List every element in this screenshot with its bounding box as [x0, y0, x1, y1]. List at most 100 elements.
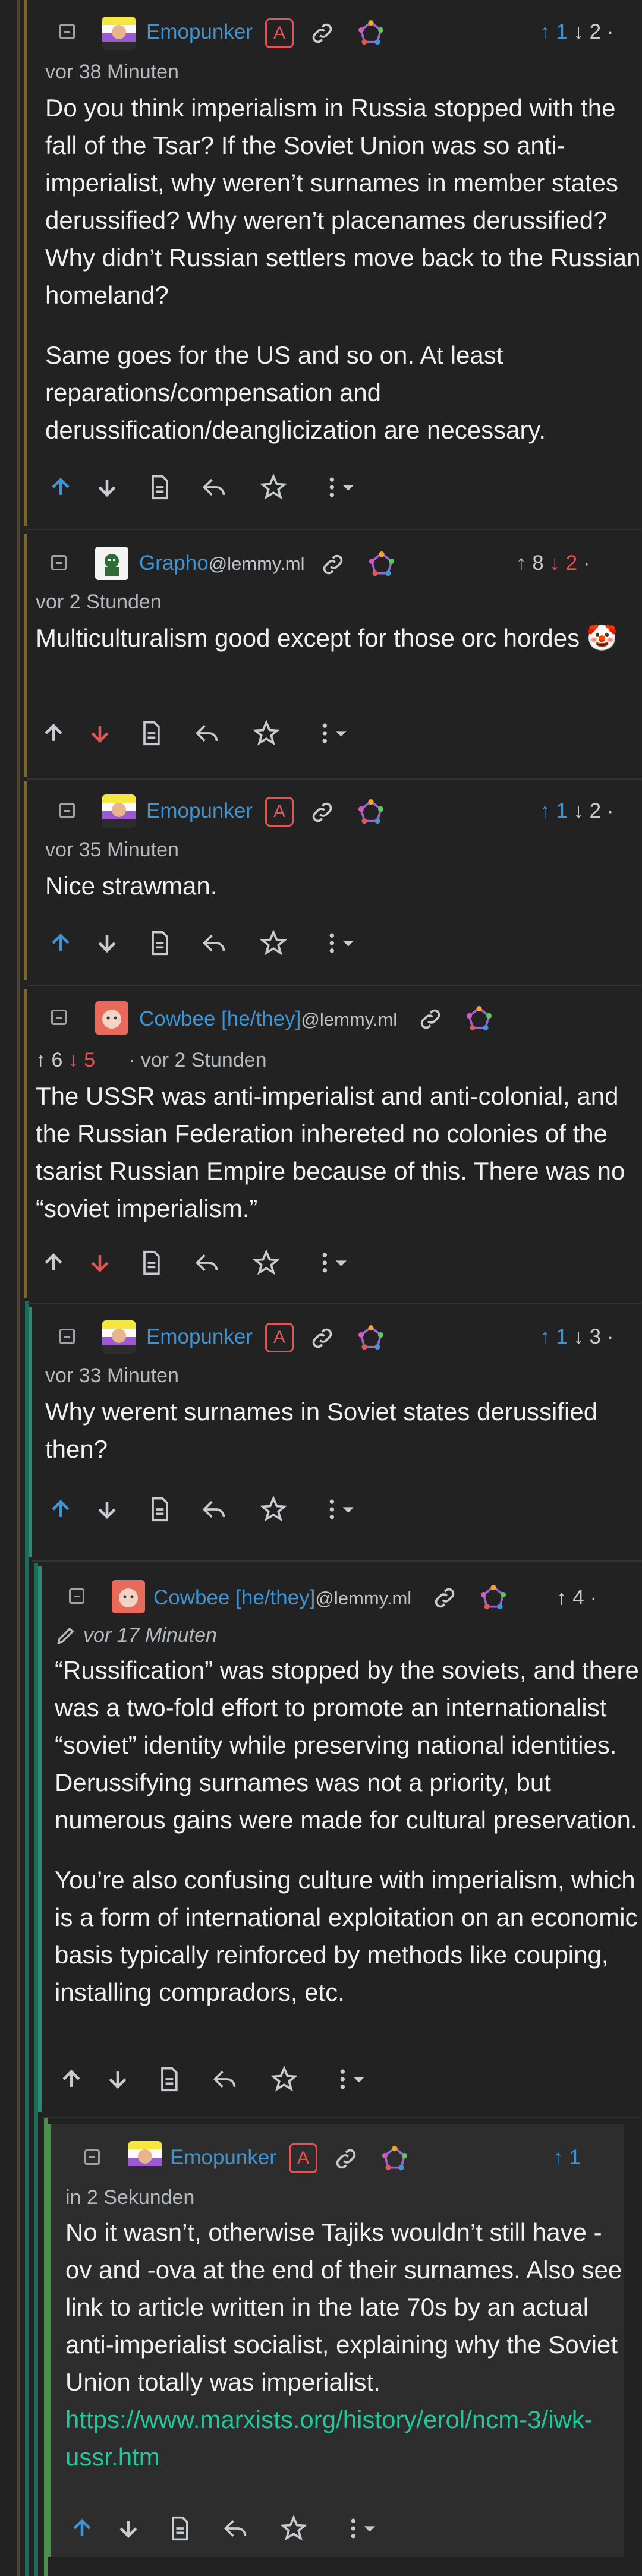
article-link[interactable]: https://www.marxists.org/history/erol/nc…: [65, 2405, 593, 2471]
view-source-icon[interactable]: [146, 474, 172, 500]
arrow-up-icon[interactable]: [48, 474, 74, 500]
star-icon[interactable]: [253, 720, 279, 746]
more-options-icon[interactable]: [316, 1250, 364, 1276]
arrow-up-icon[interactable]: [48, 1496, 74, 1522]
comment-paragraph: Same goes for the US and so on. At least…: [45, 341, 546, 444]
view-source-icon[interactable]: [138, 1250, 164, 1276]
more-options-icon[interactable]: [323, 930, 371, 956]
author-username[interactable]: Cowbee [he/they]@lemmy.ml: [139, 1007, 397, 1031]
comment: Emopunker A ↑ 1 ↓ 3 · vor 33 Minuten Why…: [29, 1307, 642, 1557]
author-username[interactable]: Cowbee [he/they]@lemmy.ml: [153, 1586, 411, 1610]
comment-timestamp: vor 2 Stunden: [36, 591, 162, 613]
avatar[interactable]: [102, 17, 136, 50]
collapse-minus-icon[interactable]: [59, 803, 75, 818]
avatar[interactable]: [102, 794, 136, 828]
avatar[interactable]: [95, 547, 128, 580]
arrow-up-icon[interactable]: [48, 930, 74, 956]
arrow-up-icon[interactable]: [69, 2515, 95, 2542]
arrow-down-icon[interactable]: [105, 2066, 131, 2092]
view-source-icon[interactable]: [166, 2515, 193, 2542]
star-icon[interactable]: [260, 1496, 287, 1522]
comment-header: Cowbee [he/they]@lemmy.ml ↑ 4 ·: [42, 1566, 642, 1613]
comment-actions: [27, 720, 443, 756]
arrow-down-icon[interactable]: [94, 930, 120, 956]
view-source-icon[interactable]: [146, 930, 172, 956]
comment: Grapho@lemmy.ml ↑ 8 ↓ 2 · vor 2 Stunden …: [24, 534, 642, 777]
view-source-icon[interactable]: [138, 720, 164, 746]
collapse-minus-icon[interactable]: [51, 555, 67, 570]
arrow-up-icon[interactable]: [40, 720, 67, 746]
comment-paragraph: No it wasn’t, otherwise Tajiks wouldn’t …: [65, 2218, 622, 2396]
arrow-down-icon[interactable]: [87, 720, 113, 746]
reply-icon[interactable]: [212, 2066, 238, 2092]
more-options-icon[interactable]: [345, 2515, 392, 2542]
fediverse-icon[interactable]: [358, 20, 384, 46]
collapse-minus-icon[interactable]: [59, 1329, 75, 1344]
comment-paragraph: The USSR was anti-imperialist and anti-c…: [36, 1082, 625, 1222]
author-username[interactable]: Emopunker: [146, 20, 253, 44]
comment-actions: [42, 2066, 458, 2102]
link-icon[interactable]: [432, 1585, 458, 1611]
author-username[interactable]: Emopunker: [146, 1325, 253, 1349]
author-username[interactable]: Emopunker: [170, 2146, 276, 2170]
avatar[interactable]: [112, 1580, 145, 1613]
avatar[interactable]: [102, 1320, 136, 1354]
comment-actions: [27, 930, 443, 966]
more-options-icon[interactable]: [334, 2066, 382, 2092]
author-username[interactable]: Grapho@lemmy.ml: [139, 551, 305, 575]
fediverse-icon[interactable]: [480, 1585, 506, 1611]
more-options-icon[interactable]: [323, 474, 371, 500]
thread-depth-bar[interactable]: [17, 0, 20, 2576]
collapse-minus-icon[interactable]: [84, 2149, 100, 2165]
comment-header: Grapho@lemmy.ml ↑ 8 ↓ 2 ·: [27, 534, 642, 581]
link-icon[interactable]: [309, 799, 335, 825]
collapse-minus-icon[interactable]: [69, 1588, 84, 1604]
fediverse-icon[interactable]: [466, 1006, 492, 1032]
arrow-up-icon[interactable]: [58, 2066, 84, 2092]
comment-timestamp: vor 38 Minuten: [45, 61, 179, 83]
comment-timestamp: vor 17 Minuten: [83, 1624, 217, 1647]
fediverse-icon[interactable]: [358, 1325, 384, 1351]
star-icon[interactable]: [253, 1250, 279, 1276]
collapse-minus-icon[interactable]: [59, 24, 75, 39]
comment: Cowbee [he/they]@lemmy.ml ↑ 6 ↓ 5 · vor …: [24, 989, 642, 1298]
view-source-icon[interactable]: [146, 1496, 172, 1522]
avatar[interactable]: [95, 1001, 128, 1035]
comment: Cowbee [he/they]@lemmy.ml ↑ 4 · vor 17 M…: [38, 1566, 642, 2112]
link-icon[interactable]: [333, 2146, 359, 2172]
link-icon[interactable]: [309, 20, 335, 46]
more-options-icon[interactable]: [323, 1496, 371, 1522]
more-options-icon[interactable]: [316, 720, 364, 746]
divider: [27, 529, 642, 530]
link-icon[interactable]: [309, 1325, 335, 1351]
reply-icon[interactable]: [194, 720, 220, 746]
comment-paragraph: Do you think imperialism in Russia stopp…: [45, 94, 641, 309]
fediverse-icon[interactable]: [382, 2146, 408, 2172]
star-icon[interactable]: [281, 2515, 307, 2542]
reply-icon[interactable]: [201, 1496, 227, 1522]
view-source-icon[interactable]: [156, 2066, 182, 2092]
fediverse-icon[interactable]: [369, 551, 395, 578]
reply-icon[interactable]: [222, 2515, 248, 2542]
reply-icon[interactable]: [201, 474, 227, 500]
vote-counts: ↑ 1: [553, 2146, 581, 2169]
link-icon[interactable]: [417, 1006, 443, 1032]
reply-icon[interactable]: [194, 1250, 220, 1276]
star-icon[interactable]: [260, 474, 287, 500]
reply-icon[interactable]: [201, 930, 227, 956]
fediverse-icon[interactable]: [358, 799, 384, 825]
arrow-down-icon[interactable]: [94, 474, 120, 500]
star-icon[interactable]: [260, 930, 287, 956]
author-username[interactable]: Emopunker: [146, 799, 253, 823]
arrow-down-icon[interactable]: [115, 2515, 141, 2542]
star-icon[interactable]: [271, 2066, 297, 2092]
arrow-down-icon[interactable]: [94, 1496, 120, 1522]
comment-body: Multiculturalism good except for those o…: [36, 619, 636, 657]
arrow-up-icon[interactable]: [40, 1250, 67, 1276]
comment-body: Why werent surnames in Soviet states der…: [45, 1393, 640, 1468]
arrow-down-icon[interactable]: [87, 1250, 113, 1276]
comment: Emopunker A ↑ 1 in 2 Sekunden No it wasn…: [48, 2124, 624, 2557]
link-icon[interactable]: [320, 551, 346, 578]
collapse-minus-icon[interactable]: [51, 1010, 67, 1025]
avatar[interactable]: [128, 2141, 162, 2174]
